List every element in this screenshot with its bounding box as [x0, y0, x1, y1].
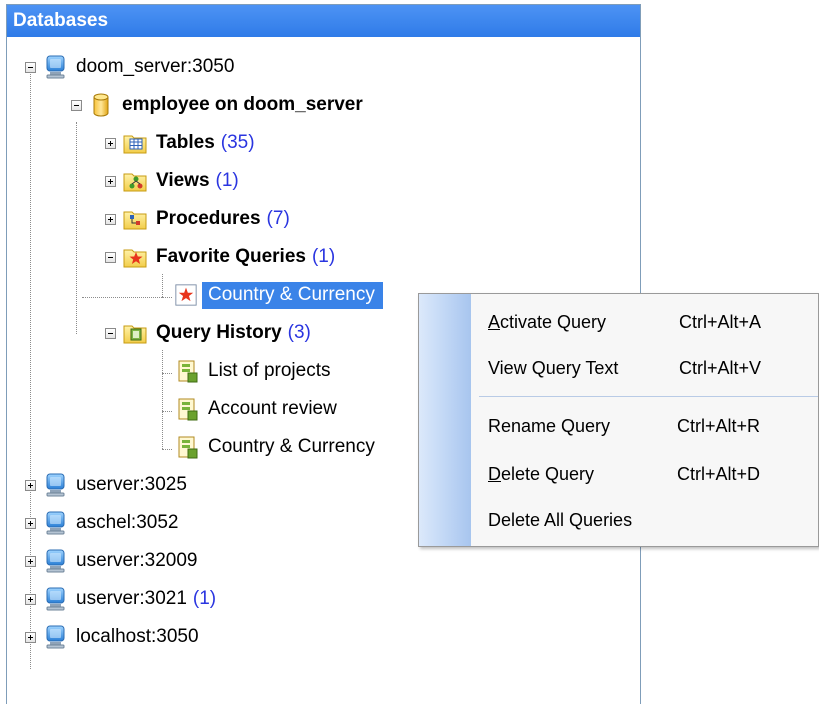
- menu-separator: [479, 396, 818, 397]
- menu-item-rename-query[interactable]: Rename Query Ctrl+Alt+R: [471, 404, 818, 448]
- expand-toggle[interactable]: [105, 213, 116, 225]
- expand-toggle[interactable]: [105, 175, 116, 187]
- tree-node-employee-database[interactable]: employee on doom_server: [71, 88, 363, 122]
- views-folder-icon: [122, 168, 148, 194]
- query-icon: [174, 358, 200, 384]
- history-folder-icon: [122, 320, 148, 346]
- context-menu: Activate Query Ctrl+Alt+A View Query Tex…: [418, 293, 819, 547]
- server-icon: [42, 586, 68, 612]
- server-icon: [42, 624, 68, 650]
- tree-node-favorite-queries[interactable]: Favorite Queries (1): [105, 240, 335, 274]
- tree-node-server[interactable]: userver:32009: [25, 544, 197, 578]
- panel-title: Databases: [7, 5, 640, 37]
- tree-node-server[interactable]: localhost:3050: [25, 620, 199, 654]
- favorites-folder-icon: [122, 244, 148, 270]
- server-icon: [42, 510, 68, 536]
- query-icon: [174, 434, 200, 460]
- expand-toggle[interactable]: [25, 479, 36, 491]
- menu-icon-strip: [419, 294, 471, 546]
- menu-item-delete-query[interactable]: Delete Query Ctrl+Alt+D: [471, 452, 818, 496]
- menu-item-view-query-text[interactable]: View Query Text Ctrl+Alt+V: [471, 346, 818, 390]
- favorite-query-icon: [175, 284, 197, 306]
- menu-item-delete-all-queries[interactable]: Delete All Queries: [471, 498, 818, 542]
- expand-toggle[interactable]: [25, 517, 36, 529]
- tree-node-query-history[interactable]: Query History (3): [105, 316, 311, 350]
- server-icon: [42, 548, 68, 574]
- tree-node-views[interactable]: Views (1): [105, 164, 239, 198]
- tree-node-history-item[interactable]: Account review: [174, 392, 337, 426]
- tree-node-history-item[interactable]: List of projects: [174, 354, 331, 388]
- server-icon: [42, 472, 68, 498]
- tree-node-server[interactable]: aschel:3052: [25, 506, 178, 540]
- expand-toggle[interactable]: [105, 137, 116, 149]
- collapse-toggle[interactable]: [105, 251, 116, 263]
- server-icon: [42, 54, 68, 80]
- expand-toggle[interactable]: [25, 631, 36, 643]
- menu-item-activate-query[interactable]: Activate Query Ctrl+Alt+A: [471, 300, 818, 344]
- tables-folder-icon: [122, 130, 148, 156]
- tree-node-server[interactable]: userver:3021 (1): [25, 582, 216, 616]
- tree-node-favorite-country-currency[interactable]: Country & Currency: [174, 278, 383, 312]
- procedures-folder-icon: [122, 206, 148, 232]
- collapse-toggle[interactable]: [25, 61, 36, 73]
- collapse-toggle[interactable]: [105, 327, 116, 339]
- expand-toggle[interactable]: [25, 593, 36, 605]
- query-icon: [174, 396, 200, 422]
- expand-toggle[interactable]: [25, 555, 36, 567]
- tree-node-tables[interactable]: Tables (35): [105, 126, 255, 160]
- tree-node-server[interactable]: userver:3025: [25, 468, 187, 502]
- tree-node-procedures[interactable]: Procedures (7): [105, 202, 290, 236]
- collapse-toggle[interactable]: [71, 99, 82, 111]
- tree-node-doom-server[interactable]: doom_server:3050: [25, 50, 234, 84]
- database-icon: [88, 92, 114, 118]
- tree-node-history-item[interactable]: Country & Currency: [174, 430, 375, 464]
